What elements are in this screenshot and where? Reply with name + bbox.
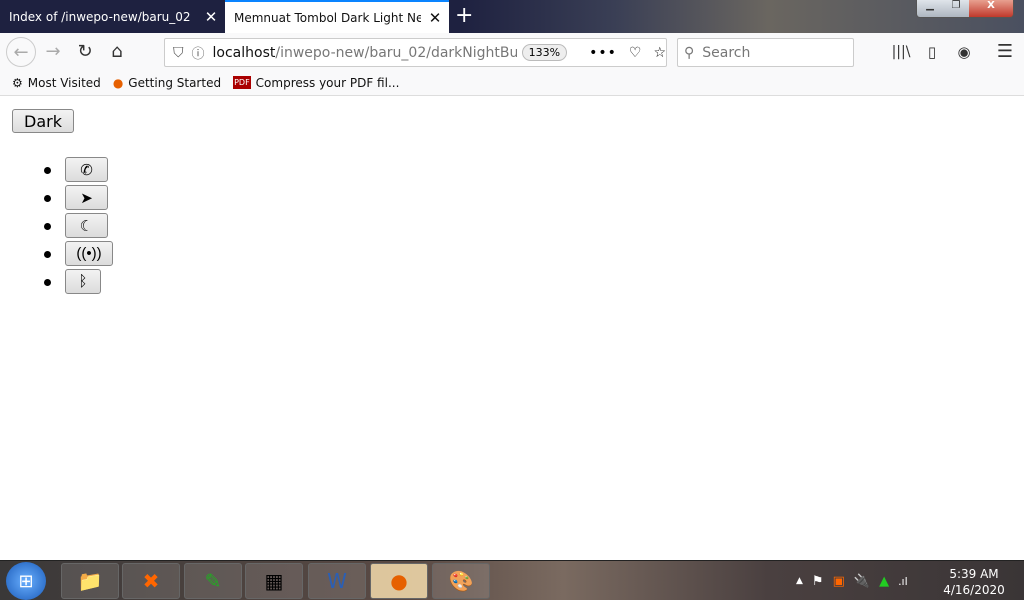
pocket-icon[interactable]: ♡ [629, 45, 642, 61]
time: 5:39 AM [949, 567, 999, 581]
send-button[interactable]: ➤ [65, 185, 108, 210]
navigation-bar: ← → ↻ ⌂ ⛉ ⓘ localhost/inwepo-new/baru_02… [0, 33, 1024, 70]
firefox-icon: ● [112, 75, 124, 90]
restore-button[interactable]: ❐ [943, 0, 969, 17]
library-icon[interactable]: |||\ [886, 33, 916, 70]
wifi-icon: ((•)) [76, 245, 102, 262]
url-path: /inwepo-new/baru_02/darkNightButton [275, 44, 517, 61]
list-item: ➤ [44, 185, 113, 213]
search-input[interactable]: ⚲ Search [677, 38, 854, 67]
minimize-button[interactable]: ▁ [917, 0, 943, 17]
close-tab-icon[interactable]: ✕ [421, 9, 449, 27]
wifi-button[interactable]: ((•)) [65, 241, 113, 266]
bluetooth-icon: ᛒ [78, 273, 88, 290]
new-tab-button[interactable]: + [455, 3, 473, 28]
pdf-icon: PDF [233, 76, 251, 89]
flag-icon[interactable]: ⚑ [812, 574, 824, 589]
gear-icon: ⚙ [12, 75, 23, 90]
phone-button[interactable]: ✆ [65, 157, 108, 182]
bookmarks-toolbar: ⚙ Most Visited ● Getting Started PDF Compre… [0, 70, 1024, 96]
reload-button[interactable]: ↻ [70, 33, 100, 70]
bluetooth-button[interactable]: ᛒ [65, 269, 101, 294]
moon-button[interactable]: ☾ [65, 213, 108, 238]
url-host: localhost [212, 44, 276, 61]
bookmark-compress-pdf[interactable]: Compress your PDF fil... [256, 76, 400, 90]
account-icon[interactable]: ◉ [949, 33, 979, 70]
paper-plane-icon: ➤ [80, 189, 93, 207]
tab-strip: Index of /inwepo-new/baru_02 ✕ Memnuat To… [0, 0, 1024, 33]
bookmark-getting-started[interactable]: Getting Started [128, 76, 221, 90]
xampp-icon[interactable]: ✖ [122, 563, 180, 599]
forward-button[interactable]: → [38, 33, 68, 70]
shield-icon[interactable]: ⛉ [173, 45, 184, 61]
signal-icon[interactable]: .ıl [898, 575, 908, 588]
calculator-icon[interactable]: ▦ [245, 563, 303, 599]
close-tab-icon[interactable]: ✕ [197, 8, 225, 26]
search-placeholder: Search [702, 44, 751, 61]
tab-title: Index of /inwepo-new/baru_02 [9, 9, 191, 24]
explorer-icon[interactable]: 📁 [61, 563, 119, 599]
xampp-tray-icon[interactable]: ▣ [833, 574, 845, 589]
taskbar: ⊞ 📁 ✖ ✎ ▦ W ● 🎨 ▲ ⚑ ▣ 🔌 ▲ .ıl 5:39 AM 4/1… [0, 560, 1024, 600]
info-icon[interactable]: ⓘ [192, 43, 205, 62]
window-controls: ▁ ❐ X [916, 0, 1014, 18]
triangle-app-icon[interactable]: ▲ [879, 574, 889, 589]
phone-icon: ✆ [80, 161, 93, 179]
list-item: ᛒ [44, 269, 113, 297]
start-button[interactable]: ⊞ [6, 562, 46, 600]
url-bar[interactable]: ⛉ ⓘ localhost/inwepo-new/baru_02/darkNig… [164, 38, 667, 67]
back-button[interactable]: ← [6, 37, 36, 67]
list-item: ☾ [44, 213, 113, 241]
tab-active[interactable]: Memnuat Tombol Dark Light Neumorphism✕ [225, 0, 449, 33]
more-actions-icon[interactable]: ••• [589, 45, 617, 61]
date: 4/16/2020 [943, 583, 1005, 597]
menu-icon[interactable]: ☰ [990, 33, 1020, 70]
list-item: ((•)) [44, 241, 113, 269]
close-window-button[interactable]: X [969, 0, 1013, 17]
sidebar-icon[interactable]: ▯ [917, 33, 947, 70]
search-icon: ⚲ [684, 44, 695, 61]
tab-index[interactable]: Index of /inwepo-new/baru_02 ✕ [0, 0, 225, 33]
system-tray: ▲ ⚑ ▣ 🔌 ▲ .ıl [796, 561, 908, 601]
tab-title: Memnuat Tombol Dark Light Neumorphism [234, 10, 421, 25]
notepad-plus-icon[interactable]: ✎ [184, 563, 242, 599]
show-hidden-icons[interactable]: ▲ [796, 576, 803, 586]
home-button[interactable]: ⌂ [102, 33, 132, 70]
icon-button-list: ✆ ➤ ☾ ((•)) ᛒ [44, 157, 113, 297]
list-item: ✆ [44, 157, 113, 185]
firefox-taskbar-icon[interactable]: ● [370, 563, 428, 599]
bookmark-star-icon[interactable]: ☆ [653, 45, 666, 61]
paint-icon[interactable]: 🎨 [432, 563, 490, 599]
zoom-level[interactable]: 133% [521, 44, 568, 61]
dark-mode-button[interactable]: Dark [12, 109, 74, 133]
moon-icon: ☾ [79, 217, 94, 235]
word-icon[interactable]: W [308, 563, 366, 599]
clock[interactable]: 5:39 AM 4/16/2020 [940, 566, 1008, 598]
bookmark-most-visited[interactable]: Most Visited [28, 76, 101, 90]
power-icon[interactable]: 🔌 [854, 574, 870, 589]
